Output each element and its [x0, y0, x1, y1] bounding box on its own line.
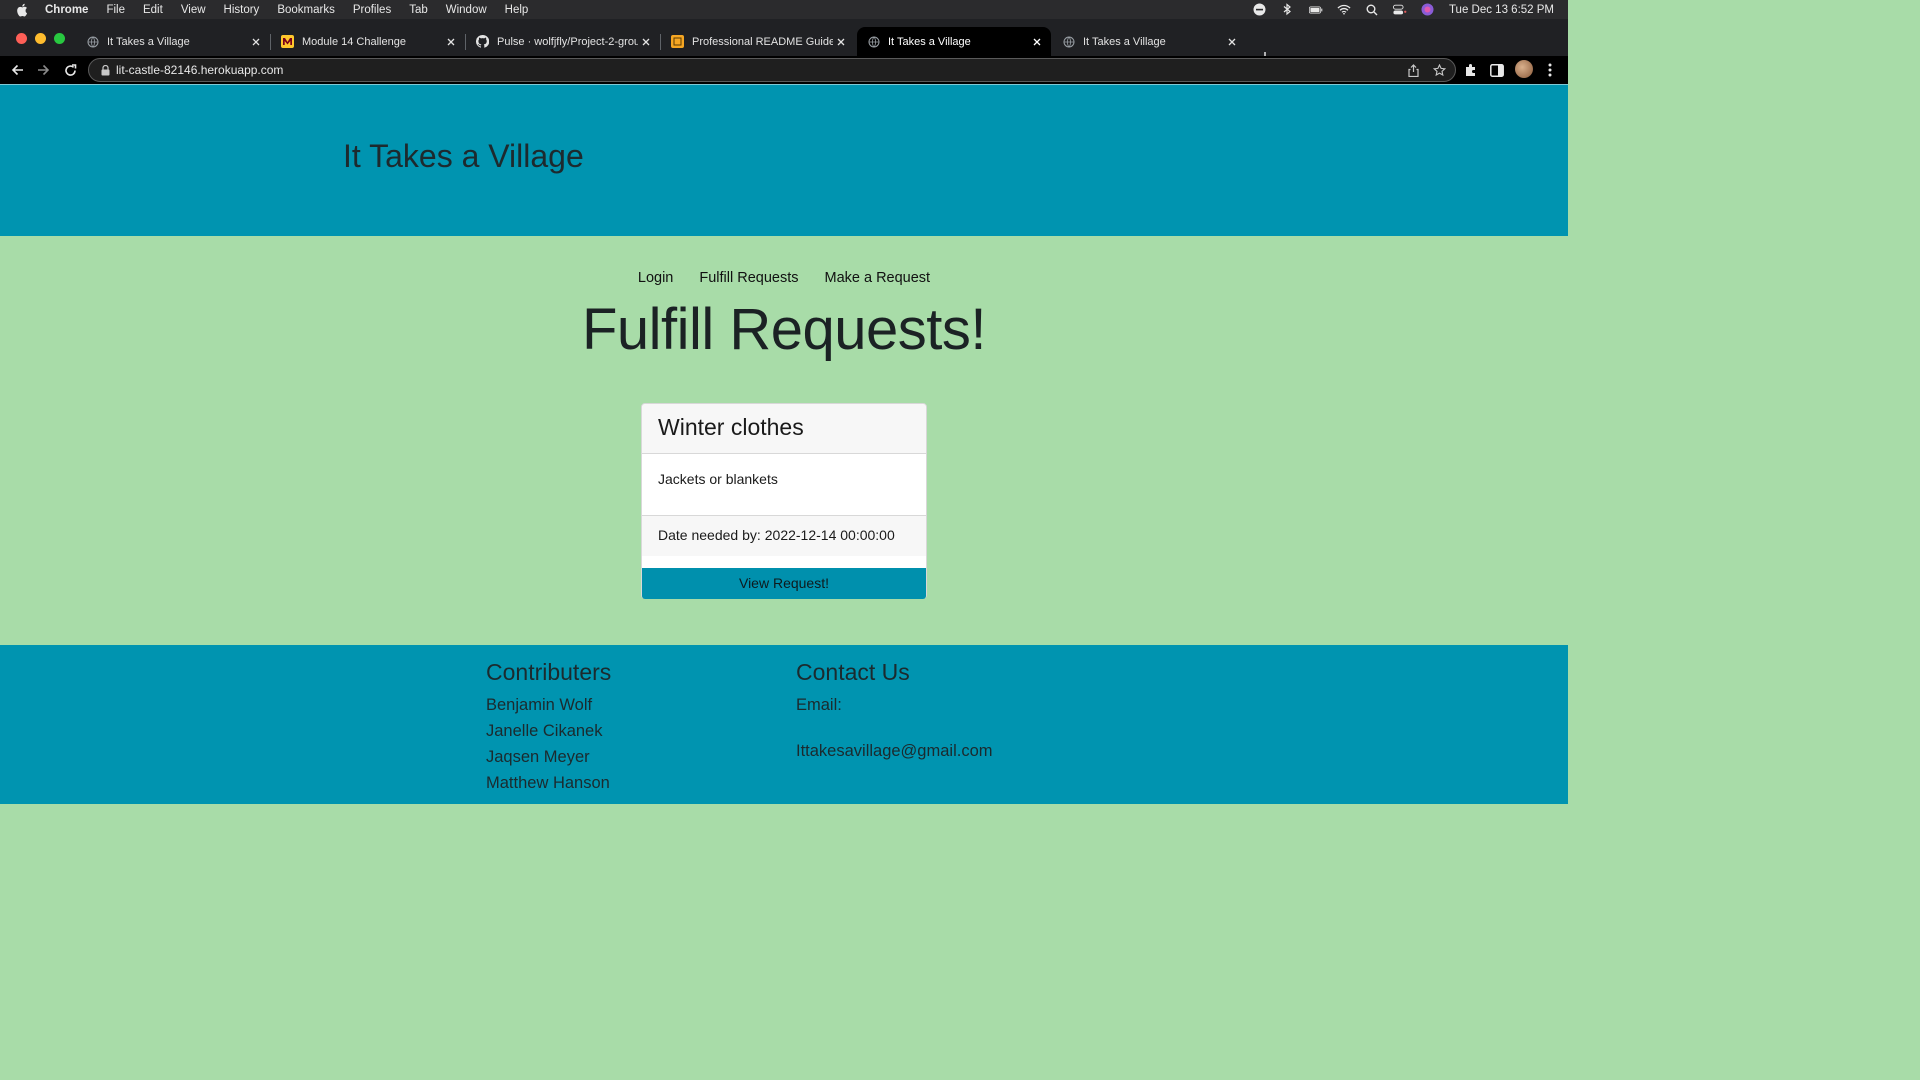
tab-6[interactable]: It Takes a Village — [1052, 27, 1246, 56]
tab-strip: It Takes a Village Module 14 Challenge P… — [0, 19, 1568, 64]
tab-2[interactable]: Module 14 Challenge — [271, 27, 466, 56]
forward-arrow-icon[interactable] — [35, 62, 51, 78]
menu-profiles[interactable]: Profiles — [353, 4, 391, 16]
menu-bookmarks[interactable]: Bookmarks — [277, 4, 335, 16]
nav-login-link[interactable]: Login — [638, 270, 673, 286]
globe-icon — [86, 35, 99, 48]
browser-toolbar: lit-castle-82146.herokuapp.com — [0, 56, 1568, 84]
extensions-puzzle-icon[interactable] — [1463, 62, 1479, 78]
status-area: Tue Dec 13 6:52 PM — [1253, 0, 1554, 19]
main-nav: Login Fulfill Requests Make a Request — [0, 270, 1568, 286]
focus-icon[interactable] — [1253, 3, 1267, 17]
wifi-icon[interactable] — [1337, 3, 1351, 17]
tab-4[interactable]: Professional README Guide | The — [661, 27, 855, 56]
nav-make-request-link[interactable]: Make a Request — [825, 270, 931, 286]
tab-label: Pulse · wolfjfly/Project-2-group — [497, 35, 638, 48]
side-panel-icon[interactable] — [1489, 62, 1505, 78]
github-icon — [476, 35, 489, 48]
apple-icon[interactable] — [15, 3, 29, 17]
menu-history[interactable]: History — [224, 4, 260, 16]
close-tab-icon[interactable] — [1224, 34, 1240, 50]
close-tab-icon[interactable] — [833, 34, 849, 50]
menu-window[interactable]: Window — [446, 4, 487, 16]
globe-icon — [867, 35, 880, 48]
close-window-button[interactable] — [16, 33, 27, 44]
url-text[interactable]: lit-castle-82146.herokuapp.com — [116, 63, 283, 77]
request-description: Jackets or blankets — [642, 454, 926, 516]
siri-icon[interactable] — [1421, 3, 1435, 17]
bluetooth-icon[interactable] — [1281, 3, 1295, 17]
nav-fulfill-requests-link[interactable]: Fulfill Requests — [699, 270, 798, 286]
tab-1[interactable]: It Takes a Village — [76, 27, 271, 56]
globe-icon — [1062, 35, 1075, 48]
os-menubar: Chrome File Edit View History Bookmarks … — [0, 0, 1568, 19]
contact-heading: Contact Us — [796, 659, 910, 685]
close-tab-icon[interactable] — [638, 34, 654, 50]
contributors-heading: Contributers — [486, 659, 612, 685]
email-label: Email: — [796, 696, 842, 714]
date-label: Date needed by: — [658, 527, 761, 543]
minimize-window-button[interactable] — [35, 33, 46, 44]
bookmark-star-icon[interactable] — [1432, 63, 1446, 77]
close-tab-icon[interactable] — [443, 34, 459, 50]
view-request-button[interactable]: View Request! — [642, 568, 926, 599]
request-card: Winter clothes Jackets or blankets Date … — [641, 403, 927, 599]
profile-avatar[interactable] — [1515, 60, 1533, 78]
close-tab-icon[interactable] — [1029, 34, 1045, 50]
tab-label: It Takes a Village — [1083, 35, 1166, 48]
battery-icon[interactable] — [1308, 3, 1323, 17]
share-icon[interactable] — [1406, 63, 1420, 77]
menu-app-name[interactable]: Chrome — [45, 4, 88, 16]
readme-icon — [671, 35, 684, 48]
page-heading: Fulfill Requests! — [581, 297, 987, 362]
control-center-icon[interactable] — [1392, 3, 1407, 17]
tab-5-active[interactable]: It Takes a Village — [857, 27, 1051, 56]
reload-icon[interactable] — [62, 62, 78, 78]
menu-help[interactable]: Help — [505, 4, 529, 16]
tab-label: It Takes a Village — [107, 35, 190, 48]
contributor-name: Matthew Hanson — [486, 774, 610, 792]
menu-view[interactable]: View — [181, 4, 206, 16]
tab-3[interactable]: Pulse · wolfjfly/Project-2-group — [466, 27, 661, 56]
address-bar[interactable]: lit-castle-82146.herokuapp.com — [88, 58, 1456, 82]
tab-label: Professional README Guide | The — [692, 35, 833, 48]
menu-file[interactable]: File — [106, 4, 125, 16]
menu-tab[interactable]: Tab — [409, 4, 428, 16]
site-title: It Takes a Village — [343, 138, 584, 174]
contributor-name: Janelle Cikanek — [486, 722, 603, 740]
contributors-section: Contributers Benjamin Wolf Janelle Cikan… — [486, 659, 611, 796]
menu-edit[interactable]: Edit — [143, 4, 163, 16]
more-menu-icon[interactable] — [1542, 62, 1558, 78]
request-title: Winter clothes — [642, 404, 926, 454]
search-icon[interactable] — [1365, 3, 1379, 17]
m-logo-icon — [281, 35, 294, 48]
date-value: 2022-12-14 00:00:00 — [764, 527, 895, 543]
tab-label: It Takes a Village — [888, 35, 971, 48]
close-tab-icon[interactable] — [248, 34, 264, 50]
clock[interactable]: Tue Dec 13 6:52 PM — [1449, 4, 1554, 16]
contact-section: Contact Us Email: Ittakesavillage@gmail.… — [796, 659, 993, 764]
contributor-name: Jaqsen Meyer — [486, 748, 590, 766]
request-date: Date needed by: 2022-12-14 00:00:00 — [642, 516, 926, 556]
site-footer: Contributers Benjamin Wolf Janelle Cikan… — [0, 645, 1568, 804]
window-controls — [16, 33, 65, 44]
contact-email[interactable]: Ittakesavillage@gmail.com — [796, 738, 993, 764]
lock-icon[interactable] — [99, 64, 111, 76]
tab-label: Module 14 Challenge — [302, 35, 406, 48]
back-arrow-icon[interactable] — [9, 62, 25, 78]
zoom-window-button[interactable] — [54, 33, 65, 44]
site-header: It Takes a Village — [0, 84, 1568, 236]
contributor-name: Benjamin Wolf — [486, 696, 593, 714]
